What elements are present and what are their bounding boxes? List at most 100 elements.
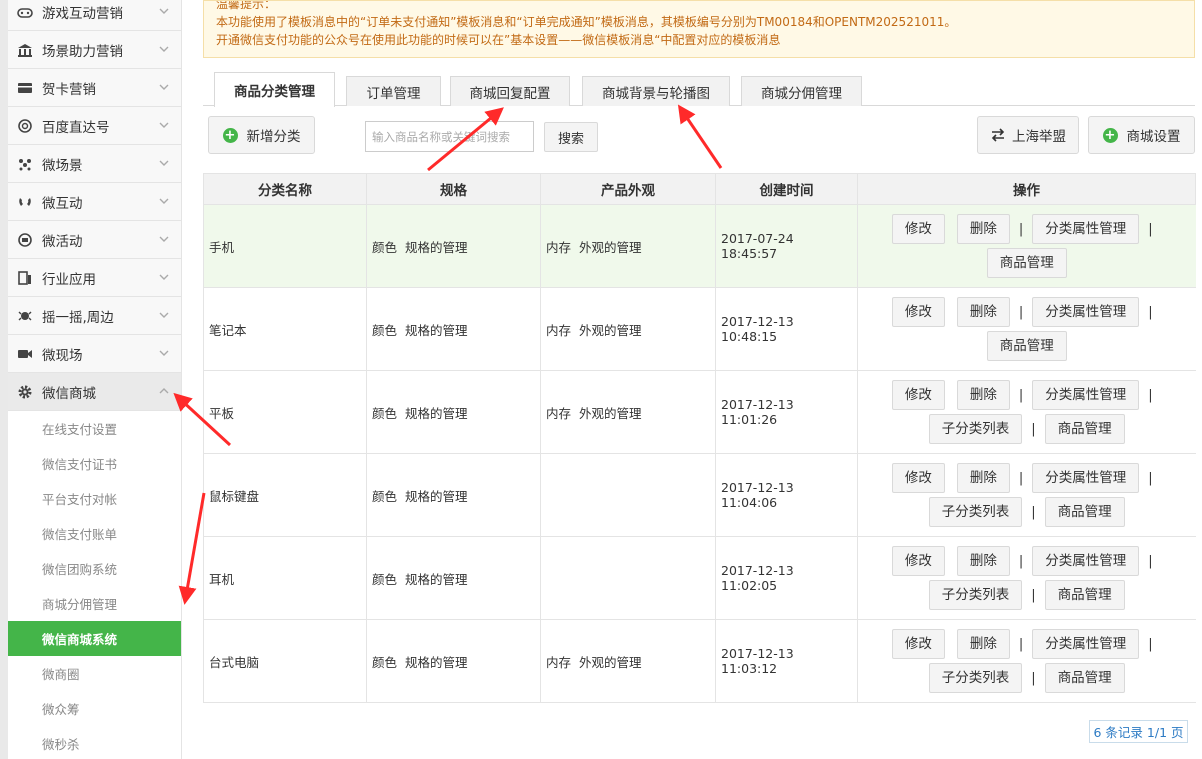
search-button[interactable]: 搜索 bbox=[544, 122, 598, 152]
spec-cell: 颜色 规格的管理 bbox=[366, 619, 541, 703]
edit-button[interactable]: 修改 bbox=[891, 297, 945, 327]
pagination-info: 6 条记录 1/1 页 bbox=[1089, 720, 1188, 743]
sidebar-item-label: 摇一摇,周边 bbox=[42, 309, 114, 326]
tab-background-carousel[interactable]: 商城背景与轮播图 bbox=[582, 76, 730, 106]
delete-button[interactable]: 删除 bbox=[956, 297, 1010, 327]
mall-settings-button[interactable]: + 商城设置 bbox=[1088, 116, 1195, 154]
goods-management-button[interactable]: 商品管理 bbox=[1044, 414, 1125, 444]
sidebar-item-label: 微活动 bbox=[42, 233, 83, 250]
mall-settings-label: 商城设置 bbox=[1126, 129, 1181, 145]
sidebar-item-micro-live[interactable]: 微现场 bbox=[8, 335, 181, 373]
sidebar-subitem[interactable]: 微众筹 bbox=[8, 691, 181, 726]
sidebar-item-micro-scene[interactable]: 微场景 bbox=[8, 145, 181, 183]
sidebar-item-wechat-mall[interactable]: 微信商城 bbox=[8, 373, 181, 411]
goods-management-button[interactable]: 商品管理 bbox=[986, 331, 1067, 361]
chevron-down-icon bbox=[159, 312, 169, 318]
sidebar-subitem[interactable]: 微信支付账单 bbox=[8, 516, 181, 551]
goods-management-button[interactable]: 商品管理 bbox=[1044, 497, 1125, 527]
sidebar-subitem-selected[interactable]: 微信商城系统 bbox=[8, 621, 181, 656]
created-time: 2017-07-24 18:45:57 bbox=[715, 204, 858, 288]
table-row: 平板 颜色 规格的管理 内存 外观的管理 2017-12-13 11:01:26… bbox=[203, 370, 1196, 454]
edit-button[interactable]: 修改 bbox=[891, 629, 945, 659]
tab-commission[interactable]: 商城分佣管理 bbox=[741, 76, 862, 106]
edit-button[interactable]: 修改 bbox=[891, 546, 945, 576]
delete-button[interactable]: 删除 bbox=[956, 546, 1010, 576]
tab-category-management[interactable]: 商品分类管理 bbox=[214, 72, 335, 107]
edit-button[interactable]: 修改 bbox=[891, 380, 945, 410]
chevron-down-icon bbox=[159, 198, 169, 204]
sidebar-item-scene-marketing[interactable]: 场景助力营销 bbox=[8, 31, 181, 69]
operations-cell: 修改 删除 | 分类属性管理 | 商品管理 bbox=[857, 287, 1196, 371]
attribute-management-button[interactable]: 分类属性管理 bbox=[1032, 629, 1140, 659]
created-time: 2017-12-13 11:04:06 bbox=[715, 453, 858, 537]
subcategory-list-button[interactable]: 子分类列表 bbox=[928, 580, 1023, 610]
search-input[interactable] bbox=[365, 121, 534, 152]
category-name: 耳机 bbox=[203, 536, 367, 620]
delete-button[interactable]: 删除 bbox=[956, 380, 1010, 410]
separator: | bbox=[1148, 636, 1153, 652]
appearance-cell: 内存 外观的管理 bbox=[540, 287, 716, 371]
subcategory-list-button[interactable]: 子分类列表 bbox=[928, 663, 1023, 693]
tab-reply-config[interactable]: 商城回复配置 bbox=[450, 76, 570, 106]
baidu-icon bbox=[16, 117, 34, 135]
sidebar-subitem[interactable]: 微信团购系统 bbox=[8, 551, 181, 586]
sidebar-subitem[interactable]: 在线支付设置 bbox=[8, 411, 181, 446]
sidebar-subitem[interactable]: 商城分佣管理 bbox=[8, 586, 181, 621]
chevron-down-icon bbox=[159, 8, 169, 14]
category-table: 分类名称 规格 产品外观 创建时间 操作 手机 颜色 规格的管理 内存 外观的管… bbox=[203, 173, 1196, 703]
goods-management-button[interactable]: 商品管理 bbox=[986, 248, 1067, 278]
edit-button[interactable]: 修改 bbox=[891, 463, 945, 493]
video-icon bbox=[16, 345, 34, 363]
spec-cell: 颜色 规格的管理 bbox=[366, 287, 541, 371]
attribute-management-button[interactable]: 分类属性管理 bbox=[1032, 380, 1140, 410]
delete-button[interactable]: 删除 bbox=[956, 463, 1010, 493]
shanghai-button[interactable]: 上海举盟 bbox=[977, 116, 1079, 154]
category-name: 笔记本 bbox=[203, 287, 367, 371]
sidebar-item-label: 行业应用 bbox=[42, 271, 96, 288]
separator: | bbox=[1148, 553, 1153, 569]
sidebar-subitem[interactable]: 平台支付对帐 bbox=[8, 481, 181, 516]
chevron-down-icon bbox=[159, 84, 169, 90]
sidebar-item-micro-interact[interactable]: 微互动 bbox=[8, 183, 181, 221]
delete-button[interactable]: 删除 bbox=[956, 629, 1010, 659]
table-header-row: 分类名称 规格 产品外观 创建时间 操作 bbox=[203, 173, 1196, 205]
shanghai-label: 上海举盟 bbox=[1012, 129, 1066, 145]
operations-cell: 修改 删除 | 分类属性管理 | 子分类列表 | 商品管理 bbox=[857, 453, 1196, 537]
table-row: 手机 颜色 规格的管理 内存 外观的管理 2017-07-24 18:45:57… bbox=[203, 204, 1196, 288]
scene-icon bbox=[16, 155, 34, 173]
sidebar-item-baidu[interactable]: 百度直达号 bbox=[8, 107, 181, 145]
sidebar-item-card-marketing[interactable]: 贺卡营销 bbox=[8, 69, 181, 107]
sidebar-subitem[interactable]: 微信支付证书 bbox=[8, 446, 181, 481]
subcategory-list-button[interactable]: 子分类列表 bbox=[928, 414, 1023, 444]
sidebar-subitem[interactable]: 微商圈 bbox=[8, 656, 181, 691]
goods-management-button[interactable]: 商品管理 bbox=[1044, 580, 1125, 610]
column-header: 操作 bbox=[857, 173, 1196, 205]
created-time: 2017-12-13 11:03:12 bbox=[715, 619, 858, 703]
sidebar-item-industry[interactable]: 行业应用 bbox=[8, 259, 181, 297]
operations-cell: 修改 删除 | 分类属性管理 | 子分类列表 | 商品管理 bbox=[857, 536, 1196, 620]
table-row: 台式电脑 颜色 规格的管理 内存 外观的管理 2017-12-13 11:03:… bbox=[203, 619, 1196, 703]
attribute-management-button[interactable]: 分类属性管理 bbox=[1032, 463, 1140, 493]
sidebar-subitem[interactable]: 微秒杀 bbox=[8, 726, 181, 759]
sidebar-item-label: 微场景 bbox=[42, 157, 83, 174]
delete-button[interactable]: 删除 bbox=[956, 214, 1010, 244]
goods-management-button[interactable]: 商品管理 bbox=[1044, 663, 1125, 693]
subcategory-list-button[interactable]: 子分类列表 bbox=[928, 497, 1023, 527]
category-name: 手机 bbox=[203, 204, 367, 288]
sidebar-item-label: 微互动 bbox=[42, 195, 83, 212]
attribute-management-button[interactable]: 分类属性管理 bbox=[1032, 546, 1140, 576]
gamepad-icon bbox=[16, 3, 34, 21]
sidebar-item-shake[interactable]: 摇一摇,周边 bbox=[8, 297, 181, 335]
spec-cell: 颜色 规格的管理 bbox=[366, 536, 541, 620]
sidebar-item-micro-activity[interactable]: 微活动 bbox=[8, 221, 181, 259]
edit-button[interactable]: 修改 bbox=[891, 214, 945, 244]
sidebar-item-game-marketing[interactable]: 游戏互动营销 bbox=[8, 0, 181, 31]
add-category-button[interactable]: + 新增分类 bbox=[208, 116, 315, 154]
attribute-management-button[interactable]: 分类属性管理 bbox=[1032, 297, 1140, 327]
attribute-management-button[interactable]: 分类属性管理 bbox=[1032, 214, 1140, 244]
separator: | bbox=[1031, 504, 1036, 520]
plus-icon: + bbox=[1102, 127, 1118, 143]
column-header: 创建时间 bbox=[715, 173, 858, 205]
tab-order-management[interactable]: 订单管理 bbox=[346, 76, 441, 106]
red-arrow bbox=[178, 492, 206, 605]
